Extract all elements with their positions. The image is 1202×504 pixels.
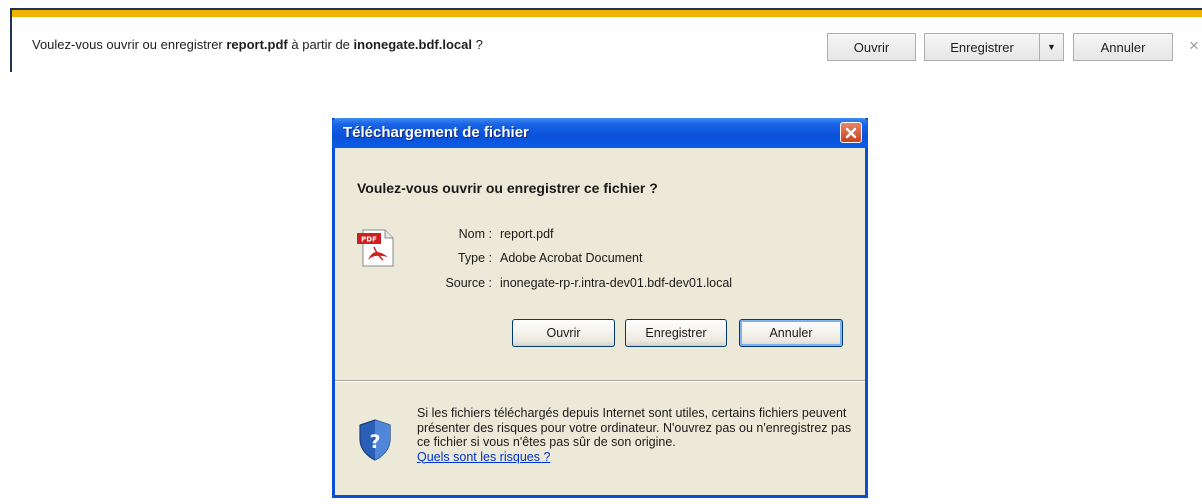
notification-left-border (10, 8, 12, 72)
close-icon: × (1189, 36, 1199, 55)
svg-text:?: ? (369, 431, 380, 453)
notification-accent-bar (10, 10, 1202, 17)
notification-message-suffix: ? (472, 37, 483, 52)
chevron-down-icon: ▼ (1047, 42, 1056, 52)
save-options-dropdown-button[interactable]: ▼ (1039, 33, 1064, 61)
notification-message-middle: à partir de (287, 37, 354, 52)
svg-text:PDF: PDF (361, 236, 377, 244)
notification-save-button[interactable]: Enregistrer (924, 33, 1040, 61)
dialog-save-button[interactable]: Enregistrer (625, 319, 727, 347)
name-label: Nom : (458, 227, 492, 241)
name-value: report.pdf (500, 227, 554, 241)
notification-bar: Voulez-vous ouvrir ou enregistrer report… (10, 8, 1202, 72)
shield-icon: ? (359, 419, 391, 461)
dialog-separator (335, 380, 865, 382)
notification-close-button[interactable]: × (1187, 34, 1201, 58)
file-download-dialog: Téléchargement de fichier Voulez-vous ou… (332, 118, 868, 498)
notification-open-button[interactable]: Ouvrir (827, 33, 916, 61)
close-icon (845, 127, 857, 138)
dialog-cancel-button[interactable]: Annuler (739, 319, 843, 347)
security-warning: Si les fichiers téléchargés depuis Inter… (417, 406, 857, 464)
risks-link[interactable]: Quels sont les risques ? (417, 450, 550, 464)
warning-text: Si les fichiers téléchargés depuis Inter… (417, 406, 852, 449)
notification-cancel-button[interactable]: Annuler (1073, 33, 1173, 61)
dialog-question: Voulez-vous ouvrir ou enregistrer ce fic… (357, 180, 658, 196)
source-label: Source : (445, 276, 492, 290)
dialog-close-button[interactable] (840, 122, 862, 143)
dialog-title-bar[interactable]: Téléchargement de fichier (332, 118, 868, 148)
notification-file-name: report.pdf (226, 37, 288, 52)
dialog-open-button[interactable]: Ouvrir (512, 319, 615, 347)
source-value: inonegate-rp-r.intra-dev01.bdf-dev01.loc… (500, 276, 733, 290)
notification-message: Voulez-vous ouvrir ou enregistrer report… (32, 37, 483, 52)
notification-message-prefix: Voulez-vous ouvrir ou enregistrer (32, 37, 227, 52)
type-label: Type : (457, 251, 492, 265)
dialog-title: Téléchargement de fichier (343, 124, 529, 141)
type-value: Adobe Acrobat Document (500, 251, 643, 265)
notification-host: inonegate.bdf.local (353, 37, 472, 52)
